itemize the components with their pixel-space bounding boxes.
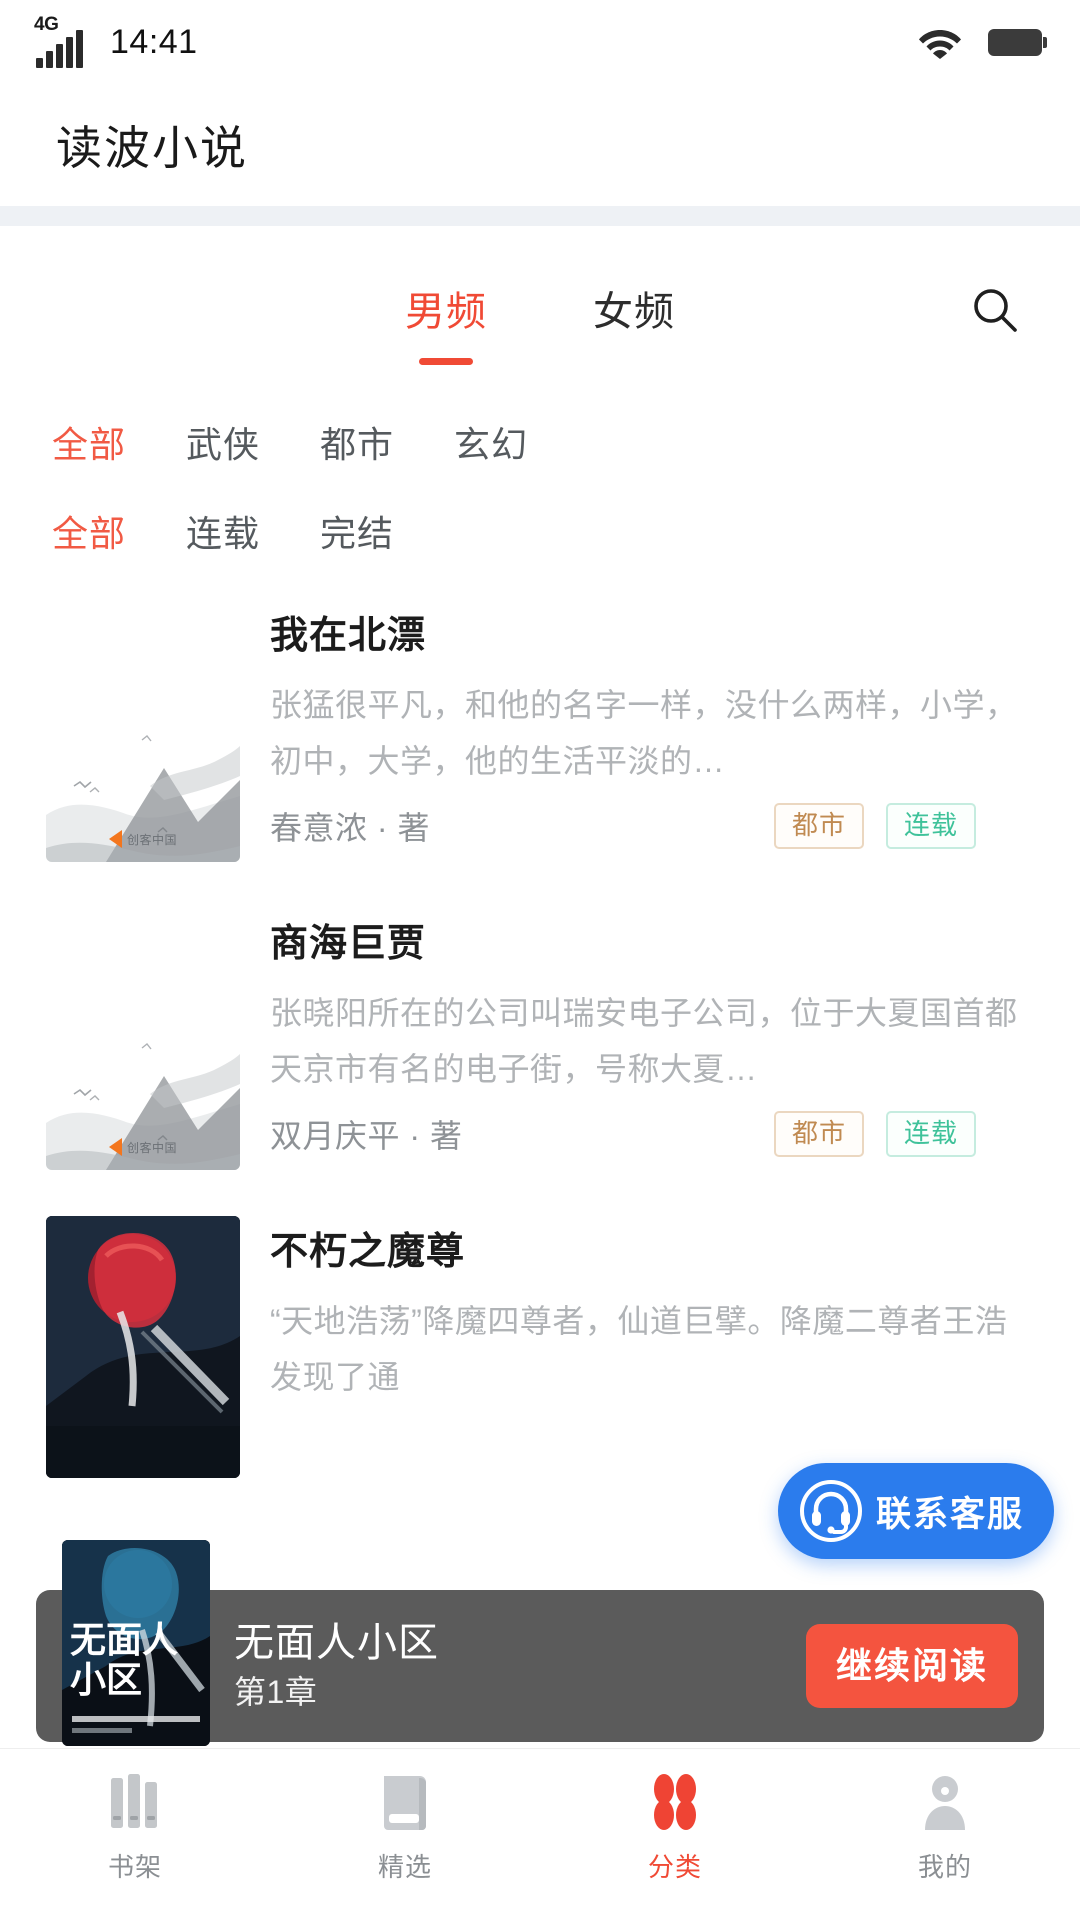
nav-item-bookshelf[interactable]: 书架 bbox=[0, 1771, 270, 1884]
filter-category-wuxia[interactable]: 武侠 bbox=[186, 416, 260, 468]
nav-label-featured: 精选 bbox=[377, 1852, 432, 1882]
nav-item-category[interactable]: 分类 bbox=[540, 1771, 810, 1884]
filter-status-ongoing[interactable]: 连载 bbox=[186, 505, 260, 557]
battery-icon bbox=[988, 28, 1047, 56]
cover-brand-logo: 创客中国 bbox=[108, 1138, 178, 1156]
book-description: 张猛很平凡，和他的名字一样，没什么两样，小学，初中，大学，他的生活平淡的… bbox=[270, 687, 1018, 779]
app-title-bar: 读波小说 bbox=[0, 84, 1080, 206]
reading-chapter: 第1章 bbox=[234, 1674, 318, 1711]
book-cover[interactable]: 创客中国 bbox=[46, 908, 240, 1170]
book-author: 春意浓 · 著 bbox=[270, 810, 430, 846]
status-bar-right bbox=[918, 25, 1047, 59]
book-title: 商海巨贾 bbox=[270, 923, 427, 965]
section-divider bbox=[0, 206, 1080, 226]
filter-status-all[interactable]: 全部 bbox=[52, 505, 126, 557]
nav-label-profile: 我的 bbox=[917, 1852, 972, 1882]
tab-female-channel[interactable]: 女频 bbox=[593, 279, 675, 343]
app-screen: 4G 14:41 读波小说 男频 女频 全部 武侠 都市 玄幻 全部 连载 完结… bbox=[0, 0, 1080, 1920]
svg-text:小区: 小区 bbox=[70, 1659, 142, 1700]
book-cover[interactable]: 创客中国 bbox=[46, 600, 240, 862]
ink-landscape-cover-art bbox=[46, 908, 240, 1170]
book-info: 我在北漂 张猛很平凡，和他的名字一样，没什么两样，小学，初中，大学，他的生活平淡… bbox=[240, 600, 1034, 862]
signal-strength-bars bbox=[36, 30, 83, 68]
filter-category-all[interactable]: 全部 bbox=[52, 416, 126, 468]
book-info: 不朽之魔尊 “天地浩荡”降魔四尊者，仙道巨擘。降魔二尊者王浩发现了通 bbox=[240, 1216, 1034, 1478]
wifi-icon bbox=[919, 30, 961, 59]
filter-row-category: 全部 武侠 都市 玄幻 bbox=[0, 396, 1080, 488]
book-info: 商海巨贾 张晓阳所在的公司叫瑞安电子公司，位于大夏国首都天京市有名的电子街，号称… bbox=[240, 908, 1034, 1170]
reading-info: 无面人小区 第1章 bbox=[210, 1621, 806, 1710]
reading-book-title: 无面人小区 bbox=[234, 1621, 439, 1666]
cover-brand-text: 创客中国 bbox=[126, 1140, 178, 1155]
book-author: 双月庆平 · 著 bbox=[270, 1118, 463, 1154]
book-status-tag: 连载 bbox=[885, 1111, 976, 1157]
nav-item-featured[interactable]: 精选 bbox=[270, 1771, 540, 1884]
svg-text:无面人: 无面人 bbox=[70, 1619, 178, 1660]
channel-tabs: 男频 女频 bbox=[0, 226, 1080, 396]
book-category-tag: 都市 bbox=[773, 1111, 864, 1157]
ink-landscape-cover-art bbox=[46, 600, 240, 862]
filter-status-completed[interactable]: 完结 bbox=[320, 505, 394, 557]
book-list-item[interactable]: 创客中国 商海巨贾 张晓阳所在的公司叫瑞安电子公司，位于大夏国首都天京市有名的电… bbox=[0, 908, 1080, 1170]
reading-book-cover[interactable]: 无面人 小区 bbox=[62, 1540, 210, 1746]
book-description: 张晓阳所在的公司叫瑞安电子公司，位于大夏国首都天京市有名的电子街，号称大夏… bbox=[270, 995, 1018, 1087]
continue-reading-button[interactable]: 继续阅读 bbox=[805, 1624, 1018, 1708]
book-icon bbox=[375, 1771, 435, 1833]
book-cover[interactable] bbox=[46, 1216, 240, 1478]
filter-row-status: 全部 连载 完结 bbox=[0, 488, 1080, 574]
continue-reading-bar: 无面人 小区 无面人小区 第1章 继续阅读 bbox=[36, 1540, 1044, 1746]
bottom-navigation-bar: 书架 精选 分类 我的 bbox=[0, 1748, 1080, 1920]
book-list-item[interactable]: 创客中国 我在北漂 张猛很平凡，和他的名字一样，没什么两样，小学，初中，大学，他… bbox=[0, 600, 1080, 862]
book-list-item[interactable]: 不朽之魔尊 “天地浩荡”降魔四尊者，仙道巨擘。降魔二尊者王浩发现了通 bbox=[0, 1216, 1080, 1478]
book-status-tag: 连载 bbox=[885, 803, 976, 849]
headset-icon bbox=[799, 1480, 862, 1542]
book-tags: 都市 连载 bbox=[773, 1111, 1034, 1157]
reading-cover-art: 无面人 小区 bbox=[62, 1540, 210, 1746]
signal-bars-icon: 4G bbox=[34, 14, 92, 68]
filter-category-fantasy[interactable]: 玄幻 bbox=[454, 416, 528, 468]
fantasy-cover-art bbox=[46, 1216, 240, 1478]
book-description: “天地浩荡”降魔四尊者，仙道巨擘。降魔二尊者王浩发现了通 bbox=[270, 1303, 1008, 1395]
status-bar-left: 4G 14:41 bbox=[34, 14, 198, 68]
category-flower-icon bbox=[645, 1771, 705, 1833]
nav-label-category: 分类 bbox=[647, 1852, 702, 1882]
book-category-tag: 都市 bbox=[773, 803, 864, 849]
cover-brand-logo: 创客中国 bbox=[108, 830, 178, 848]
contact-customer-service-button[interactable]: 联系客服 bbox=[777, 1463, 1054, 1559]
book-meta-row: 双月庆平 · 著 都市 连载 bbox=[270, 1111, 1034, 1157]
triangle-icon bbox=[108, 830, 122, 848]
book-list: 创客中国 我在北漂 张猛很平凡，和他的名字一样，没什么两样，小学，初中，大学，他… bbox=[0, 574, 1080, 1478]
book-meta-row: 春意浓 · 著 都市 连载 bbox=[270, 803, 1034, 849]
book-title: 不朽之魔尊 bbox=[270, 1231, 466, 1273]
status-time: 14:41 bbox=[110, 22, 198, 61]
nav-item-profile[interactable]: 我的 bbox=[810, 1771, 1080, 1884]
app-title: 读波小说 bbox=[56, 122, 248, 174]
user-icon bbox=[915, 1771, 975, 1833]
search-button[interactable] bbox=[964, 280, 1026, 342]
book-tags: 都市 连载 bbox=[773, 803, 1034, 849]
tab-male-channel[interactable]: 男频 bbox=[405, 279, 487, 343]
cover-brand-text: 创客中国 bbox=[126, 832, 178, 847]
book-title: 我在北漂 bbox=[270, 615, 427, 657]
customer-service-label: 联系客服 bbox=[875, 1494, 1024, 1534]
filter-category-urban[interactable]: 都市 bbox=[320, 416, 394, 468]
status-bar: 4G 14:41 bbox=[0, 0, 1080, 84]
search-icon bbox=[974, 289, 1017, 332]
bookshelf-icon bbox=[105, 1771, 165, 1833]
triangle-icon bbox=[108, 1138, 122, 1156]
nav-label-bookshelf: 书架 bbox=[107, 1852, 162, 1882]
